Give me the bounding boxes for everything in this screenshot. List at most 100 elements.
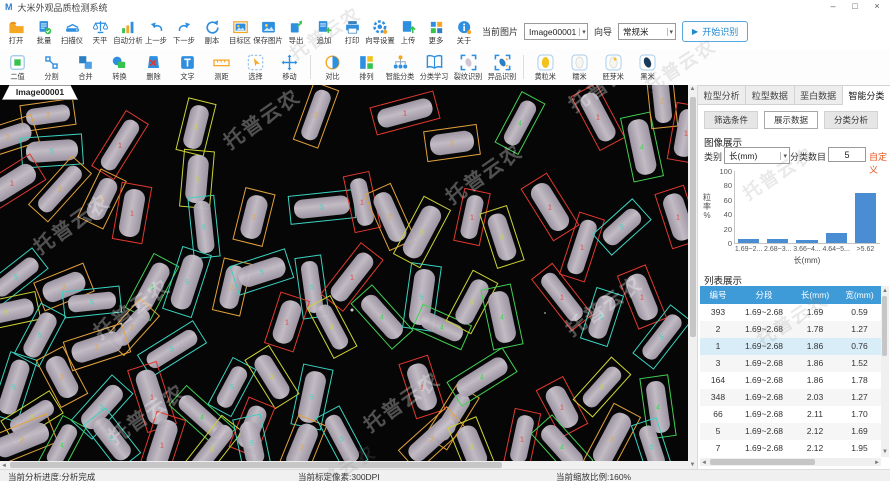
toolbar-item-upload[interactable]: 上传 [394, 15, 422, 49]
table-row[interactable]: 21.69~2.681.781.27 [700, 321, 881, 338]
table-row[interactable]: 1641.69~2.681.861.78 [700, 372, 881, 389]
table-row[interactable]: 71.69~2.682.121.95 [700, 440, 881, 457]
grain-class-number: 2 [450, 141, 454, 148]
maximize-icon[interactable]: □ [844, 0, 866, 13]
black-rice-icon [638, 53, 657, 72]
toolbar-item-append[interactable]: 追加 [310, 15, 338, 49]
toolbar-item-split[interactable]: 分割 [34, 50, 68, 85]
close-icon[interactable]: × [866, 0, 888, 13]
toolbar-item-select[interactable]: 选择 [238, 50, 272, 85]
toolbar-item-balance[interactable]: 天平 [86, 15, 114, 49]
scroll-down-icon[interactable]: ▼ [881, 448, 889, 456]
toolbar-item-contrast[interactable]: 对比 [315, 50, 349, 85]
show-data-button[interactable]: 展示数据 [764, 111, 818, 129]
table-vertical-scrollbar[interactable]: ▲ ▼ [881, 286, 889, 457]
category-select[interactable]: 长(mm) ▾ [724, 147, 790, 164]
bins-input[interactable] [828, 147, 866, 162]
table-header-cell: 宽(mm) [838, 286, 881, 304]
toolbar-item-scanner[interactable]: 扫描仪 [58, 15, 86, 49]
table-row[interactable]: 31.69~2.681.861.52 [700, 355, 881, 372]
table-horizontal-scrollbar[interactable]: ◄ ► [700, 458, 881, 466]
grain-class-number: 4 [480, 375, 484, 382]
grain-class-number: 4 [60, 443, 64, 450]
table-row[interactable]: 3931.69~2.681.690.59 [700, 304, 881, 321]
table-h-thumb[interactable] [710, 459, 815, 465]
classification-analysis-button[interactable]: 分类分析 [824, 111, 878, 129]
toolbar-item-text[interactable]: 文字 [170, 50, 204, 85]
scroll-down-icon[interactable]: ▼ [688, 461, 697, 469]
play-icon: ▶ [692, 27, 698, 36]
tab-smart-classification[interactable]: 智能分类 [843, 85, 890, 105]
current-image-select[interactable]: Image00001 ▾ [524, 23, 588, 40]
grain-class-number: 1 [285, 320, 289, 327]
scroll-left-icon[interactable]: ◄ [700, 459, 708, 467]
canvas-vertical-scrollbar[interactable]: ▲ ▼ [688, 85, 697, 469]
toolbar-item-glutinous-rice[interactable]: 糯米 [562, 50, 596, 85]
start-recognition-button[interactable]: ▶ 开始识别 [682, 21, 748, 42]
v-scroll-thumb[interactable] [690, 97, 696, 337]
toolbar-item-next-step[interactable]: 下一步 [170, 15, 198, 49]
toolbar-item-print[interactable]: 打印 [338, 15, 366, 49]
table-row[interactable]: 11.69~2.681.860.76 [700, 338, 881, 355]
toolbar-item-delete[interactable]: 删除 [136, 50, 170, 85]
toolbar-item-crack-recognition[interactable]: 裂纹识别 [451, 50, 485, 85]
table-cell: 2.12 [792, 423, 838, 440]
minimize-icon[interactable]: – [822, 0, 844, 13]
table-header-cell: 长(mm) [792, 286, 838, 304]
toolbar-item-measure[interactable]: 测距 [204, 50, 238, 85]
grain-class-number: 2 [660, 99, 664, 106]
toolbar-item-auto-analysis[interactable]: 自动分析 [114, 15, 142, 49]
toolbar-item-move[interactable]: 移动 [272, 50, 306, 85]
scroll-right-icon[interactable]: ► [873, 459, 881, 467]
grain-class-number: 1 [160, 443, 164, 450]
move-icon [280, 53, 299, 72]
app-logo: M [5, 2, 13, 12]
toolbar-item-black-rice[interactable]: 黑米 [630, 50, 664, 85]
table-row[interactable]: 3481.69~2.682.031.27 [700, 389, 881, 406]
scroll-up-icon[interactable]: ▲ [688, 85, 697, 93]
toolbar-item-prev-step[interactable]: 上一步 [142, 15, 170, 49]
grain-class-number: 3 [194, 125, 198, 132]
toolbar-item-binarize[interactable]: 二值 [0, 50, 34, 85]
tab-grain-shape-analysis[interactable]: 粒型分析 [698, 85, 746, 105]
toolbar-item-classify-learning[interactable]: 分类学习 [417, 50, 451, 85]
tab-grain-shape-data[interactable]: 粒型数据 [746, 85, 794, 105]
toolbar-item-smart-classify[interactable]: 智能分类 [383, 50, 417, 85]
table-row[interactable]: 51.69~2.682.121.69 [700, 423, 881, 440]
image-tab[interactable]: Image00001 [2, 85, 78, 100]
table-v-thumb[interactable] [882, 296, 887, 356]
grain-class-number: 5 [50, 149, 54, 156]
toolbar-item-export[interactable]: 导出 [282, 15, 310, 49]
table-cell: 0.76 [838, 338, 881, 355]
table-cell: 1.69~2.68 [736, 423, 792, 440]
scanner-icon [64, 19, 81, 36]
toolbar-item-arrange[interactable]: 排列 [349, 50, 383, 85]
canvas-horizontal-scrollbar[interactable]: ◄ [0, 461, 688, 469]
h-scroll-thumb[interactable] [10, 462, 502, 468]
toolbar-item-label: 黄粒米 [534, 73, 555, 81]
toolbar-item-foreign-recognition[interactable]: 异品识别 [485, 50, 519, 85]
toolbar-item-batch[interactable]: 批量 [30, 15, 58, 49]
status-dpi: 当前标定像素:300DPI [298, 471, 380, 481]
toolbar-item-yellow-grain[interactable]: 黄粒米 [528, 50, 562, 85]
wizard-select[interactable]: 常规米 ▾ [618, 23, 676, 40]
filter-conditions-button[interactable]: 筛选条件 [704, 111, 758, 129]
analysis-canvas[interactable]: 2 2 5 1 3 3 2 1 2 4 1 4 2 1 1 2 2 1 5 5 … [0, 85, 688, 461]
grain-class-number: 5 [620, 225, 624, 232]
toolbar-item-about[interactable]: 关于 [450, 15, 478, 49]
toolbar-item-target-region[interactable]: 目标区 [226, 15, 254, 49]
table-header-cell: 分段 [736, 286, 792, 304]
toolbar-item-merge[interactable]: 合并 [68, 50, 102, 85]
table-row[interactable]: 661.69~2.682.111.70 [700, 406, 881, 423]
toolbar-item-save-image[interactable]: 保存图片 [254, 15, 282, 49]
scroll-up-icon[interactable]: ▲ [881, 287, 889, 295]
toolbar-item-open[interactable]: 打开 [2, 15, 30, 49]
toolbar-item-more[interactable]: 更多 [422, 15, 450, 49]
toolbar-item-germ-rice[interactable]: 胚芽米 [596, 50, 630, 85]
toolbar-item-wizard-settings[interactable]: 向导设置 [366, 15, 394, 49]
panel-card: 筛选条件展示数据分类分析 图像展示 类别 长(mm) ▾ 分类数目 自定义 粒 … [698, 105, 890, 469]
toolbar-item-convert[interactable]: 转换 [102, 50, 136, 85]
tab-chalkiness-data[interactable]: 垩白数据 [795, 85, 843, 105]
right-panel: 粒型分析粒型数据垩白数据智能分类 筛选条件展示数据分类分析 图像展示 类别 长(… [697, 85, 890, 469]
toolbar-item-duplicate[interactable]: 副本 [198, 15, 226, 49]
